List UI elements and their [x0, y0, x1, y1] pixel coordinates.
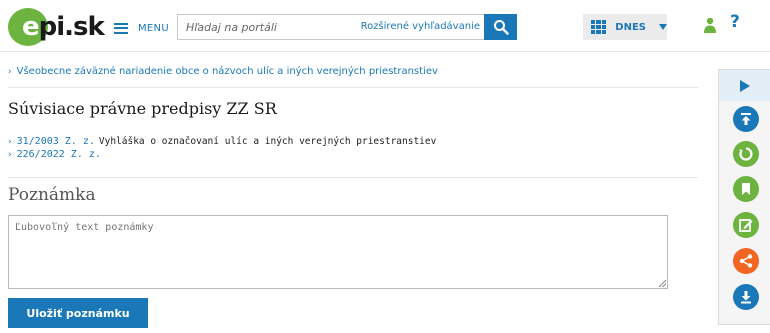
- toolbar-toggle-button[interactable]: [719, 70, 770, 101]
- bookmark-button[interactable]: [733, 176, 759, 202]
- hamburger-icon: [114, 22, 128, 34]
- chevron-right-icon: ›: [8, 137, 12, 147]
- search-input[interactable]: [186, 19, 356, 35]
- related-item-number[interactable]: 226/2022 Z. z.: [17, 149, 101, 160]
- chevron-right-icon: ›: [8, 67, 12, 77]
- share-icon: [739, 254, 753, 268]
- regulation-link-text: Všeobecne záväzné nariadenie obce o názv…: [16, 66, 438, 77]
- scroll-top-button[interactable]: [733, 106, 759, 132]
- history-button[interactable]: [733, 141, 759, 167]
- user-icon[interactable]: [703, 17, 717, 33]
- divider: [8, 177, 698, 178]
- save-note-button[interactable]: Uložiť poznámku: [8, 298, 148, 328]
- resize-grip-icon[interactable]: [658, 279, 666, 287]
- menu-button[interactable]: MENU: [114, 18, 169, 38]
- site-header: epi.sk MENU Rozšírené vyhľadávanie DNES …: [0, 0, 770, 52]
- related-title: Súvisiace právne predpisy ZZ SR: [8, 99, 277, 118]
- share-button[interactable]: [733, 248, 759, 274]
- edit-button[interactable]: [733, 212, 759, 238]
- logo-text: epi.sk: [22, 12, 105, 42]
- search-button[interactable]: [484, 14, 517, 40]
- download-button[interactable]: [733, 284, 759, 310]
- related-item-number[interactable]: 31/2003 Z. z.: [17, 136, 95, 147]
- menu-label: MENU: [138, 22, 169, 34]
- calendar-grid-icon: [591, 20, 607, 34]
- download-icon: [741, 291, 751, 304]
- dnes-label: DNES: [615, 21, 646, 33]
- dnes-dropdown[interactable]: DNES: [583, 14, 667, 40]
- help-icon[interactable]: ?: [730, 12, 740, 32]
- history-icon: [739, 147, 753, 161]
- search-box: Rozšírené vyhľadávanie: [177, 14, 485, 40]
- divider: [8, 87, 698, 88]
- note-textarea[interactable]: [8, 215, 668, 289]
- play-icon: [739, 79, 750, 92]
- related-item: › 31/2003 Z. z. Vyhláška o označovaní ulíc…: [8, 136, 436, 147]
- search-icon: [493, 20, 509, 35]
- chevron-right-icon: ›: [8, 150, 12, 160]
- bookmark-icon: [742, 183, 750, 195]
- edit-icon: [739, 219, 753, 232]
- related-item: › 226/2022 Z. z.: [8, 149, 101, 160]
- related-item-description: Vyhláška o označovaní ulíc a iných verej…: [98, 136, 437, 147]
- regulation-link[interactable]: › Všeobecne záväzné nariadenie obce o náz…: [8, 66, 438, 77]
- side-toolbar: [718, 69, 770, 325]
- upload-top-icon: [741, 113, 751, 125]
- advanced-search-link[interactable]: Rozšírené vyhľadávanie: [361, 21, 480, 32]
- chevron-down-icon: [659, 24, 667, 30]
- epi-logo[interactable]: epi.sk: [8, 8, 105, 46]
- note-title: Poznámka: [8, 185, 96, 205]
